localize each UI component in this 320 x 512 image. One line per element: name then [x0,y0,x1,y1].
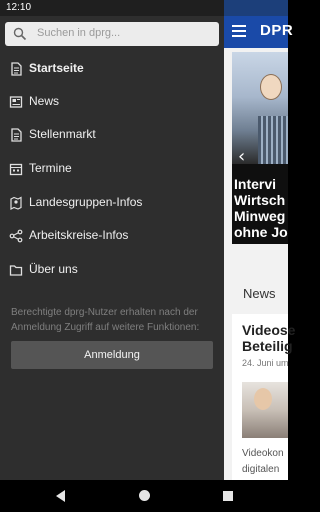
calendar-icon [9,163,23,176]
home-circle-icon[interactable] [139,490,150,501]
hero-headline: Intervi Wirtsch Minweg ohne Jo [234,176,288,240]
navigation-drawer: 12:10 Suchen in dprg... Startseite News … [0,0,224,480]
nav-item-label: Stellenmarkt [29,127,96,141]
nav-item-news[interactable]: News [0,87,224,117]
nav-item-label: News [29,94,60,108]
nav-item-termine[interactable]: Termine [0,154,224,184]
map-icon [10,196,22,210]
news-section-title: News [243,286,276,301]
news-card-title-line: Videose [242,322,296,338]
search-input[interactable]: Suchen in dprg... [5,22,219,46]
news-card[interactable]: Videose Beteilig 24. Juni um Videokon di… [232,314,295,480]
status-time: 12:10 [6,2,32,13]
nav-item-label: Startseite [29,61,84,75]
hero-caricature [260,74,282,100]
nav-item-startseite[interactable]: Startseite [0,54,224,84]
nav-item-label: Termine [29,161,72,175]
login-button[interactable]: Anmeldung [11,341,213,369]
document-icon [11,128,22,142]
hero-headline-line: ohne Jo [234,224,288,240]
recents-square-icon[interactable] [223,491,233,501]
nav-item-label: Arbeitskreise-Infos [29,228,129,242]
share-icon [9,229,23,243]
hero-headline-line: Wirtsch [234,192,286,208]
news-card-snippet-line: digitalen [242,464,280,475]
hero-building-graphic [258,116,288,164]
nav-item-arbeitskreise-infos[interactable]: Arbeitskreise-Infos [0,221,224,251]
news-card-title-line: Beteilig [242,338,293,354]
chevron-left-icon[interactable]: ‹ [238,146,245,167]
news-card-title: Videose Beteilig [242,322,295,354]
nav-item-stellenmarkt[interactable]: Stellenmarkt [0,120,224,150]
back-triangle-icon[interactable] [54,489,66,503]
nav-item-label: Über uns [29,262,78,276]
nav-item-ueber-uns[interactable]: Über uns [0,255,224,285]
app-logo: DPR [260,22,294,39]
hero-headline-line: Minweg [234,208,286,224]
search-placeholder: Suchen in dprg... [37,27,121,39]
login-info-text: Berechtigte dprg-Nutzer erhalten nach de… [11,307,200,333]
status-bar: 12:10 [0,0,224,16]
document-icon [11,62,22,76]
newspaper-icon [9,96,23,108]
search-icon [13,27,27,41]
news-card-snippet-line: Videokon [242,448,284,459]
nav-item-label: Landesgruppen-Infos [29,195,143,209]
folder-icon [9,265,23,276]
news-card-portrait [254,388,272,410]
system-navigation-bar [0,480,288,512]
news-card-date: 24. Juni um [242,358,289,368]
nav-item-landesgruppen-infos[interactable]: Landesgruppen-Infos [0,188,224,218]
hero-headline-line: Intervi [234,176,277,192]
news-card-snippet: Videokon digitalen [242,446,284,478]
hamburger-menu-icon[interactable] [232,25,246,37]
